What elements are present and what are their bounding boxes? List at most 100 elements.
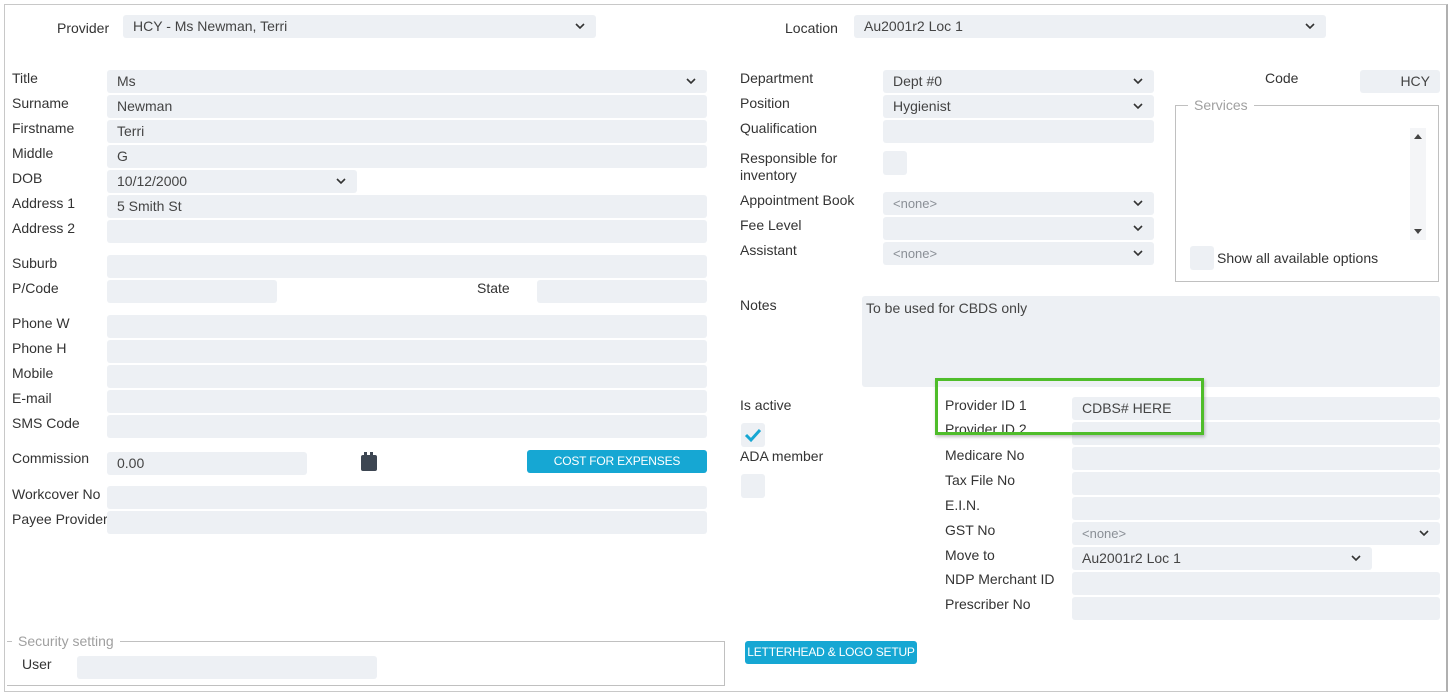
position-label: Position	[740, 95, 790, 111]
responsible-inventory-checkbox[interactable]	[883, 151, 907, 175]
medicare-input[interactable]	[1072, 447, 1440, 470]
chevron-down-icon	[336, 178, 346, 185]
phonew-input[interactable]	[107, 315, 707, 338]
ein-label: E.I.N.	[945, 497, 981, 513]
provider-label: Provider	[57, 20, 110, 36]
notes-textarea[interactable]: To be used for CBDS only	[862, 296, 1440, 387]
code-input[interactable]: HCY	[1360, 70, 1440, 93]
title-select[interactable]: Ms	[107, 70, 707, 93]
state-input[interactable]	[537, 280, 707, 303]
dob-value: 10/12/2000	[117, 173, 188, 189]
user-label: User	[22, 656, 52, 672]
email-label: E-mail	[12, 390, 52, 406]
security-setting-legend: Security setting	[12, 633, 120, 650]
ada-member-label: ADA member	[740, 448, 824, 464]
address2-input[interactable]	[107, 220, 707, 243]
pcode-input[interactable]	[107, 280, 277, 303]
workcover-input[interactable]	[107, 486, 707, 509]
fee-level-select[interactable]	[883, 217, 1154, 240]
position-select[interactable]: Hygienist	[883, 95, 1154, 118]
highlight-box	[935, 378, 1204, 435]
moveto-select[interactable]: Au2001r2 Loc 1	[1072, 547, 1372, 570]
gst-select[interactable]: <none>	[1072, 522, 1440, 545]
chevron-down-icon	[1133, 103, 1143, 110]
services-scrollbar[interactable]	[1410, 128, 1426, 240]
is-active-label: Is active	[740, 397, 792, 413]
scroll-up-icon[interactable]	[1413, 131, 1423, 141]
department-select[interactable]: Dept #0	[883, 70, 1154, 93]
scroll-down-icon[interactable]	[1413, 227, 1423, 237]
assistant-select[interactable]: <none>	[883, 242, 1154, 265]
location-label: Location	[785, 20, 838, 36]
chevron-down-icon	[1305, 23, 1315, 30]
is-active-checkbox[interactable]	[741, 423, 765, 447]
firstname-input[interactable]: Terri	[107, 120, 707, 143]
gst-label: GST No	[945, 522, 996, 538]
firstname-label: Firstname	[12, 120, 75, 136]
workcover-label: Workcover No	[12, 486, 101, 502]
phonew-label: Phone W	[12, 315, 70, 331]
chevron-down-icon	[686, 78, 696, 85]
assistant-label: Assistant	[740, 242, 797, 258]
chevron-down-icon	[1351, 555, 1361, 562]
location-select[interactable]: Au2001r2 Loc 1	[854, 15, 1326, 38]
prescriber-label: Prescriber No	[945, 596, 1031, 612]
appointment-book-value: <none>	[893, 196, 938, 211]
prescriber-input[interactable]	[1072, 597, 1440, 620]
chevron-down-icon	[1419, 530, 1429, 537]
moveto-label: Move to	[945, 547, 995, 563]
commission-label: Commission	[12, 450, 90, 466]
chevron-down-icon	[1133, 250, 1143, 257]
qualification-input[interactable]	[883, 120, 1154, 143]
qualification-label: Qualification	[740, 120, 818, 136]
position-select-value: Hygienist	[893, 98, 951, 114]
department-label: Department	[740, 70, 814, 86]
address1-input[interactable]: 5 Smith St	[107, 195, 707, 218]
letterhead-logo-setup-button[interactable]: LETTERHEAD & LOGO SETUP	[745, 641, 917, 664]
mobile-input[interactable]	[107, 365, 707, 388]
responsible-label-line2: inventory	[740, 167, 797, 183]
taxfile-label: Tax File No	[945, 472, 1016, 488]
phoneh-input[interactable]	[107, 340, 707, 363]
state-label: State	[477, 280, 510, 296]
email-input[interactable]	[107, 390, 707, 413]
smscode-input[interactable]	[107, 415, 707, 438]
appointment-book-label: Appointment Book	[740, 192, 855, 208]
show-all-options-label: Show all available options	[1217, 250, 1379, 266]
user-input[interactable]	[77, 656, 377, 679]
payee-input[interactable]	[107, 511, 707, 534]
title-select-value: Ms	[117, 73, 136, 89]
chevron-down-icon	[1133, 225, 1143, 232]
cost-for-expenses-button[interactable]: COST FOR EXPENSES	[527, 450, 707, 473]
ein-input[interactable]	[1072, 497, 1440, 520]
provider-select-value: HCY - Ms Newman, Terri	[133, 18, 288, 34]
gst-value: <none>	[1082, 526, 1127, 541]
services-list[interactable]	[1190, 120, 1426, 240]
phoneh-label: Phone H	[12, 340, 67, 356]
show-all-options-checkbox[interactable]	[1190, 246, 1214, 270]
checkmark-icon	[744, 428, 762, 443]
commission-input[interactable]: 0.00	[107, 452, 307, 475]
location-select-value: Au2001r2 Loc 1	[864, 18, 963, 34]
taxfile-input[interactable]	[1072, 472, 1440, 495]
fee-level-label: Fee Level	[740, 217, 802, 233]
dob-picker[interactable]: 10/12/2000	[107, 170, 357, 193]
moveto-value: Au2001r2 Loc 1	[1082, 550, 1181, 566]
ndp-merchant-label: NDP Merchant ID	[945, 571, 1055, 587]
chevron-down-icon	[1133, 78, 1143, 85]
chevron-down-icon	[1133, 200, 1143, 207]
calculator-icon[interactable]	[360, 452, 378, 472]
department-select-value: Dept #0	[893, 73, 943, 89]
surname-label: Surname	[12, 95, 69, 111]
ndp-merchant-input[interactable]	[1072, 572, 1440, 595]
surname-input[interactable]: Newman	[107, 95, 707, 118]
ada-member-checkbox[interactable]	[741, 474, 765, 498]
appointment-book-select[interactable]: <none>	[883, 192, 1154, 215]
smscode-label: SMS Code	[12, 415, 80, 431]
middle-input[interactable]: G	[107, 145, 707, 168]
provider-select[interactable]: HCY - Ms Newman, Terri	[123, 15, 596, 38]
medicare-label: Medicare No	[945, 447, 1025, 463]
code-label: Code	[1265, 70, 1299, 86]
payee-label: Payee Provider	[12, 511, 108, 527]
suburb-input[interactable]	[107, 255, 707, 278]
